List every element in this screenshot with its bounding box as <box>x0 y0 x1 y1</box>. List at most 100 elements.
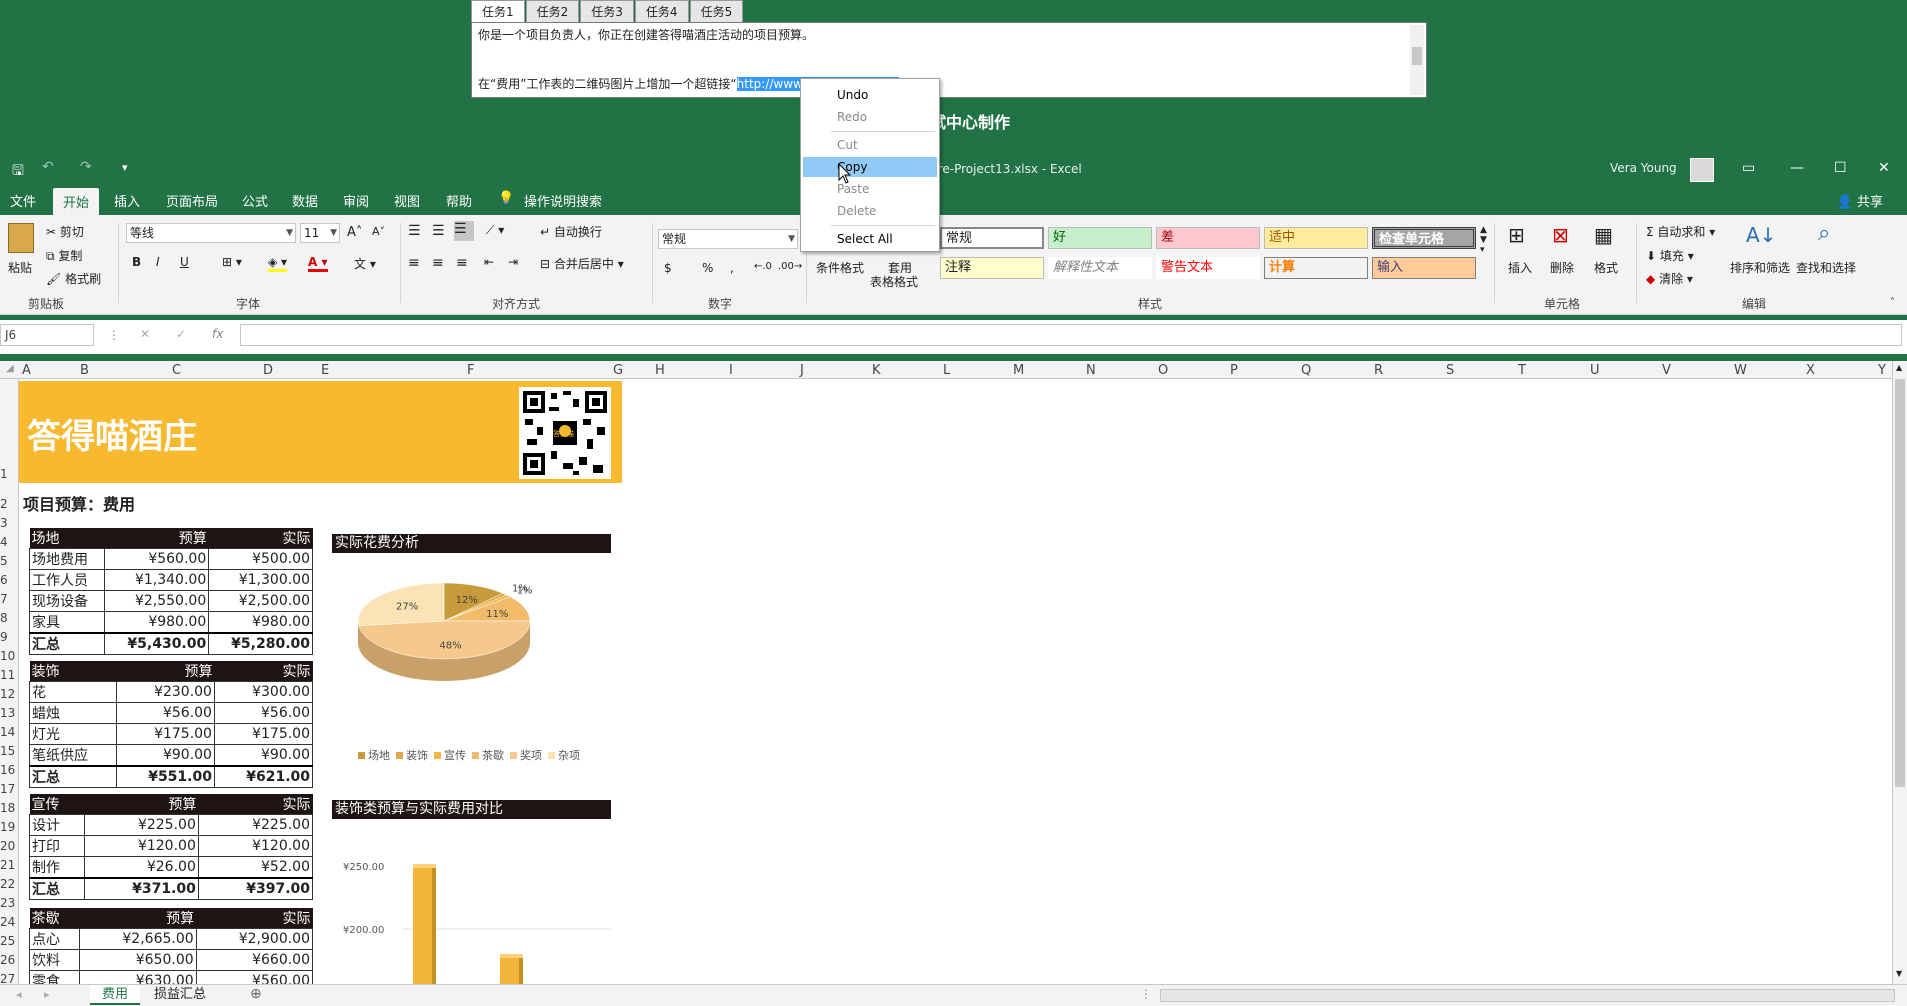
tab-insert[interactable]: 插入 <box>114 191 140 210</box>
tab-help[interactable]: 帮助 <box>446 191 472 210</box>
task-description-box[interactable]: 你是一个项目负责人，你正在创建答得喵酒庄活动的项目预算。 在“费用”工作表的二维… <box>471 22 1427 98</box>
bar-chart[interactable]: ¥250.00 ¥200.00 <box>332 821 611 984</box>
table-cell[interactable]: 点心 <box>28 928 81 950</box>
table-cell[interactable]: ¥90.00 <box>213 744 314 767</box>
font-color-icon[interactable]: A ▾ <box>308 255 328 272</box>
vertical-scroll-thumb[interactable] <box>1895 379 1905 787</box>
column-header[interactable]: S <box>1446 363 1454 378</box>
row-header[interactable]: 6 <box>0 573 8 587</box>
increase-indent-icon[interactable]: ⇥ <box>508 255 518 269</box>
task-tab-2[interactable]: 任务2 <box>525 0 580 22</box>
column-header[interactable]: B <box>80 363 89 378</box>
styles-scroll-icon[interactable]: ▲ ▼ ▾ <box>1480 225 1487 255</box>
name-box[interactable]: J6 <box>0 324 94 346</box>
cancel-icon[interactable]: ✕ <box>140 327 150 341</box>
task-tab-1[interactable]: 任务1 <box>471 0 525 22</box>
align-center-icon[interactable]: ≡ <box>432 255 444 271</box>
table-cell[interactable]: ¥120.00 <box>197 835 314 857</box>
table-cell[interactable]: ¥500.00 <box>208 548 313 570</box>
underline-button[interactable]: U <box>180 255 189 269</box>
share-button[interactable]: 👤 共享 <box>1837 191 1883 210</box>
align-left-icon[interactable]: ≡ <box>408 255 420 271</box>
fill-button[interactable]: ⬇ 填充 ▾ <box>1646 247 1694 264</box>
maximize-button[interactable]: ☐ <box>1834 160 1847 176</box>
table-total[interactable]: ¥371.00 <box>83 877 199 900</box>
autosum-button[interactable]: Σ 自动求和 ▾ <box>1646 223 1715 240</box>
row-header[interactable]: 23 <box>0 896 15 910</box>
font-size-combo[interactable]: 11 ▼ <box>300 223 340 243</box>
save-icon[interactable]: 🖫 <box>12 160 24 184</box>
table-cell[interactable]: ¥26.00 <box>83 856 199 879</box>
table-cell[interactable]: 蜡烛 <box>29 702 117 724</box>
column-header[interactable]: H <box>655 363 665 378</box>
row-header[interactable]: 9 <box>0 630 8 644</box>
worksheet[interactable]: 答得喵酒庄 答得喵 项目预算：费用 场地 预算 实际 场地费用 ¥560.00 ¥500… <box>19 379 1892 992</box>
find-select-button[interactable]: 查找和选择 <box>1796 259 1856 276</box>
column-header[interactable]: P <box>1230 363 1238 378</box>
column-header[interactable]: M <box>1013 363 1024 378</box>
collapse-ribbon-icon[interactable]: ˄ <box>1890 297 1895 308</box>
row-header[interactable]: 4 <box>0 535 8 549</box>
minimize-button[interactable]: — <box>1790 160 1804 176</box>
task-tab-4[interactable]: 任务4 <box>634 0 689 22</box>
task-scroll-thumb[interactable] <box>1412 47 1422 65</box>
avatar[interactable] <box>1690 158 1714 182</box>
column-header[interactable]: K <box>872 363 881 378</box>
column-header[interactable]: D <box>263 363 273 378</box>
table-cell[interactable]: ¥120.00 <box>83 835 199 857</box>
delete-cells-icon[interactable]: ⊠ <box>1552 223 1569 247</box>
row-header[interactable]: 20 <box>0 839 15 853</box>
table-cell[interactable]: ¥56.00 <box>115 702 215 724</box>
table-cell[interactable]: ¥660.00 <box>195 949 314 971</box>
tab-view[interactable]: 视图 <box>394 191 420 210</box>
align-bottom-icon[interactable]: ☰ <box>454 221 474 241</box>
table-total[interactable]: 汇总 <box>29 877 85 900</box>
tab-file[interactable]: 文件 <box>10 191 36 210</box>
tab-home[interactable]: 开始 <box>53 188 100 215</box>
column-header[interactable]: A <box>22 363 31 378</box>
align-top-icon[interactable]: ☰ <box>408 223 421 239</box>
customize-qat-icon[interactable]: ▾ <box>122 161 128 174</box>
table-cell[interactable]: 设计 <box>29 814 85 836</box>
undo-icon[interactable]: ↶ <box>42 159 54 175</box>
style-bad[interactable]: 差 <box>1156 227 1260 249</box>
format-painter-button[interactable]: 🖌 格式刷 <box>46 270 101 287</box>
menu-delete[interactable]: Delete <box>803 201 937 221</box>
ribbon-display-icon[interactable]: ▭ <box>1742 160 1755 176</box>
table-cell[interactable]: 笔纸供应 <box>29 744 117 767</box>
enter-icon[interactable]: ✓ <box>176 327 186 341</box>
table-cell[interactable]: 打印 <box>29 835 85 857</box>
sort-filter-button[interactable]: 排序和筛选 <box>1730 259 1790 276</box>
search-icon[interactable]: ⌕ <box>1818 221 1830 246</box>
close-button[interactable]: ✕ <box>1878 160 1890 176</box>
row-header[interactable]: 25 <box>0 934 15 948</box>
vertical-scrollbar[interactable]: ▲ ▼ <box>1892 361 1907 984</box>
table-cell[interactable]: ¥52.00 <box>197 856 314 879</box>
currency-button[interactable]: $ <box>664 261 672 275</box>
prev-sheet-icon[interactable]: ◂ <box>16 988 22 1001</box>
row-header[interactable]: 24 <box>0 915 15 929</box>
phonetic-icon[interactable]: 文 ▾ <box>354 255 376 272</box>
wrap-text-button[interactable]: ↵ 自动换行 <box>540 223 602 240</box>
style-input[interactable]: 输入 <box>1372 257 1476 279</box>
task-tab-5[interactable]: 任务5 <box>689 0 744 22</box>
italic-button[interactable]: I <box>156 255 160 269</box>
align-middle-icon[interactable]: ☰ <box>432 223 445 239</box>
fill-color-icon[interactable]: ◈ ▾ <box>268 255 288 272</box>
table-cell[interactable]: ¥560.00 <box>104 548 210 570</box>
table-cell[interactable]: 家具 <box>28 611 106 634</box>
table-cell[interactable]: ¥175.00 <box>213 723 314 745</box>
tab-review[interactable]: 审阅 <box>343 191 369 210</box>
font-name-combo[interactable]: 等线 ▼ <box>126 223 296 243</box>
row-header[interactable]: 18 <box>0 801 15 815</box>
merge-center-button[interactable]: ⊟ 合并后居中 ▾ <box>540 255 624 272</box>
menu-redo[interactable]: Redo <box>803 107 937 127</box>
table-cell[interactable]: ¥980.00 <box>104 611 210 634</box>
style-warning[interactable]: 警告文本 <box>1156 257 1260 279</box>
align-right-icon[interactable]: ≡ <box>456 255 468 271</box>
column-header[interactable]: X <box>1806 363 1815 378</box>
pie-chart[interactable]: 12%1%1%11%48%27% <box>332 555 611 745</box>
style-note[interactable]: 注释 <box>940 257 1044 279</box>
row-header[interactable]: 26 <box>0 953 15 967</box>
row-header[interactable]: 17 <box>0 782 15 796</box>
